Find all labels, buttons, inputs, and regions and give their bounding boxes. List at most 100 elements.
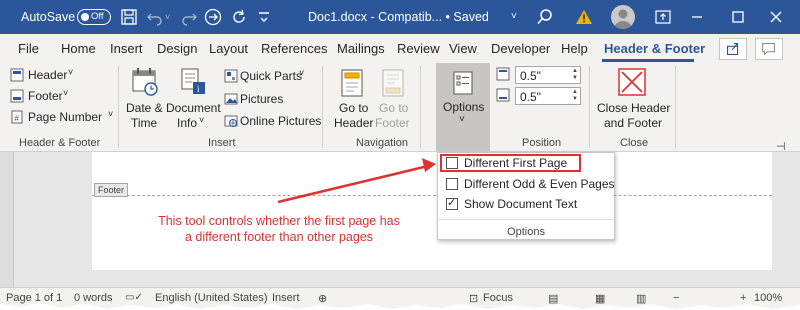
comment-icon bbox=[762, 43, 775, 56]
avatar[interactable] bbox=[611, 5, 635, 29]
close-window-icon[interactable] bbox=[767, 8, 785, 26]
tab-insert[interactable]: Insert bbox=[110, 41, 143, 56]
refresh-icon[interactable] bbox=[230, 8, 248, 26]
quick-parts-button[interactable]: Quick Parts bbox=[240, 69, 302, 83]
autosave-label: AutoSave bbox=[21, 10, 76, 24]
ribbon-display-options-icon[interactable] bbox=[654, 8, 672, 26]
highlight-box bbox=[440, 154, 581, 172]
quick-parts-chevron-icon[interactable]: ˅ bbox=[299, 68, 304, 78]
go-to-header-label-1[interactable]: Go to bbox=[339, 101, 368, 115]
tab-view[interactable]: View bbox=[449, 41, 477, 56]
document-info-label-2[interactable]: Info bbox=[177, 116, 197, 130]
tab-references[interactable]: References bbox=[261, 41, 327, 56]
dropdown-divider bbox=[437, 219, 615, 220]
spin-arrows-icon[interactable]: ▲ ▼ bbox=[572, 89, 578, 103]
quick-parts-icon bbox=[224, 69, 238, 83]
toggle-knob bbox=[81, 13, 89, 21]
torn-edge bbox=[0, 303, 800, 310]
go-to-header-label-2[interactable]: Header bbox=[334, 116, 373, 130]
maximize-icon[interactable] bbox=[729, 8, 747, 26]
page[interactable] bbox=[92, 152, 772, 270]
footer-boundary bbox=[92, 195, 772, 196]
header-icon bbox=[10, 68, 24, 82]
ribbon-tabs: File Home Insert Design Layout Reference… bbox=[0, 34, 800, 62]
group-label-insert: Insert bbox=[208, 137, 236, 149]
tab-home[interactable]: Home bbox=[61, 41, 96, 56]
date-time-label-1[interactable]: Date & bbox=[126, 101, 163, 115]
tab-design[interactable]: Design bbox=[157, 41, 197, 56]
warning-icon[interactable] bbox=[575, 8, 593, 26]
date-time-label-2[interactable]: Time bbox=[131, 116, 157, 130]
vertical-ruler bbox=[0, 152, 14, 287]
options-chevron-icon: ˅ bbox=[459, 114, 465, 125]
footer-position-icon bbox=[496, 88, 510, 102]
group-label-position: Position bbox=[522, 137, 562, 149]
redo-icon[interactable] bbox=[180, 8, 198, 26]
page-number-chevron-icon[interactable]: ˅ bbox=[108, 109, 113, 119]
footer-from-bottom-input[interactable]: 0.5" ▲ ▼ bbox=[515, 87, 581, 105]
autosave-toggle[interactable]: Off bbox=[77, 9, 111, 25]
group-divider bbox=[118, 66, 119, 148]
footer-button[interactable]: Footer bbox=[28, 89, 63, 103]
title-bar: AutoSave Off ˅ Doc1.docx - Compatib... •… bbox=[0, 0, 800, 34]
tab-review[interactable]: Review bbox=[397, 41, 440, 56]
customize-toolbar-icon[interactable] bbox=[255, 8, 273, 26]
footer-icon bbox=[10, 89, 24, 103]
option-label: Different Odd & Even Pages bbox=[464, 177, 615, 191]
go-to-footer-label-2: Footer bbox=[375, 116, 410, 130]
pictures-icon bbox=[224, 93, 238, 105]
tab-header-footer[interactable]: Header & Footer bbox=[604, 41, 705, 56]
tab-help[interactable]: Help bbox=[561, 41, 588, 56]
close-header-footer-label-2[interactable]: and Footer bbox=[604, 116, 662, 130]
pictures-button[interactable]: Pictures bbox=[240, 92, 283, 106]
document-info-chevron-icon[interactable]: ˅ bbox=[199, 115, 204, 125]
group-divider bbox=[420, 66, 421, 148]
options-group-label: Options bbox=[507, 226, 545, 238]
document-info-label-1[interactable]: Document bbox=[166, 101, 221, 115]
save-icon[interactable] bbox=[120, 8, 138, 26]
annotation-line-1: This tool controls whether the first pag… bbox=[158, 214, 400, 228]
header-position-icon bbox=[496, 67, 510, 81]
tab-file[interactable]: File bbox=[18, 41, 39, 56]
group-label-close: Close bbox=[620, 137, 649, 149]
undo-dropdown-icon[interactable]: ˅ bbox=[165, 0, 170, 34]
go-to-header-icon bbox=[341, 69, 363, 97]
option-label: Show Document Text bbox=[464, 197, 578, 211]
spin-arrows-icon[interactable]: ▲ ▼ bbox=[572, 68, 578, 82]
go-to-footer-icon bbox=[382, 69, 404, 97]
online-pictures-button[interactable]: Online Pictures bbox=[240, 114, 321, 128]
title-chevron-icon[interactable]: ˅ bbox=[511, 0, 517, 34]
group-divider bbox=[322, 66, 323, 148]
header-chevron-icon[interactable]: ˅ bbox=[68, 67, 73, 77]
share-icon bbox=[727, 43, 739, 55]
checkbox-checked[interactable] bbox=[446, 196, 458, 210]
document-info-icon: i bbox=[181, 68, 205, 94]
group-label-header-footer: Header & Footer bbox=[19, 137, 101, 149]
minimize-icon[interactable] bbox=[688, 8, 706, 26]
tab-layout[interactable]: Layout bbox=[209, 41, 248, 56]
footer-chevron-icon[interactable]: ˅ bbox=[63, 88, 68, 98]
group-label-navigation: Navigation bbox=[356, 137, 408, 149]
group-divider bbox=[675, 66, 676, 148]
forward-circle-icon[interactable] bbox=[204, 8, 222, 26]
tab-mailings[interactable]: Mailings bbox=[337, 41, 385, 56]
footer-from-bottom-value: 0.5" bbox=[520, 90, 541, 104]
page-number-button[interactable]: Page Number bbox=[28, 110, 102, 124]
comments-button[interactable] bbox=[755, 38, 783, 60]
share-button[interactable] bbox=[719, 38, 747, 60]
document-title: Doc1.docx - Compatib... • Saved bbox=[308, 10, 489, 24]
options-label: Options bbox=[443, 100, 485, 114]
undo-icon[interactable] bbox=[146, 8, 164, 26]
header-from-top-input[interactable]: 0.5" ▲ ▼ bbox=[515, 66, 581, 84]
online-pictures-icon bbox=[224, 115, 238, 127]
options-icon bbox=[453, 71, 473, 95]
group-divider bbox=[589, 66, 590, 148]
svg-text:#: # bbox=[15, 114, 20, 123]
annotation-text: This tool controls whether the first pag… bbox=[134, 213, 424, 245]
tab-developer[interactable]: Developer bbox=[491, 41, 550, 56]
checkbox[interactable] bbox=[446, 178, 458, 190]
footer-tag: Footer bbox=[94, 183, 129, 197]
header-button[interactable]: Header bbox=[28, 68, 67, 82]
close-header-footer-label-1[interactable]: Close Header bbox=[597, 101, 670, 115]
search-icon[interactable] bbox=[536, 8, 554, 26]
